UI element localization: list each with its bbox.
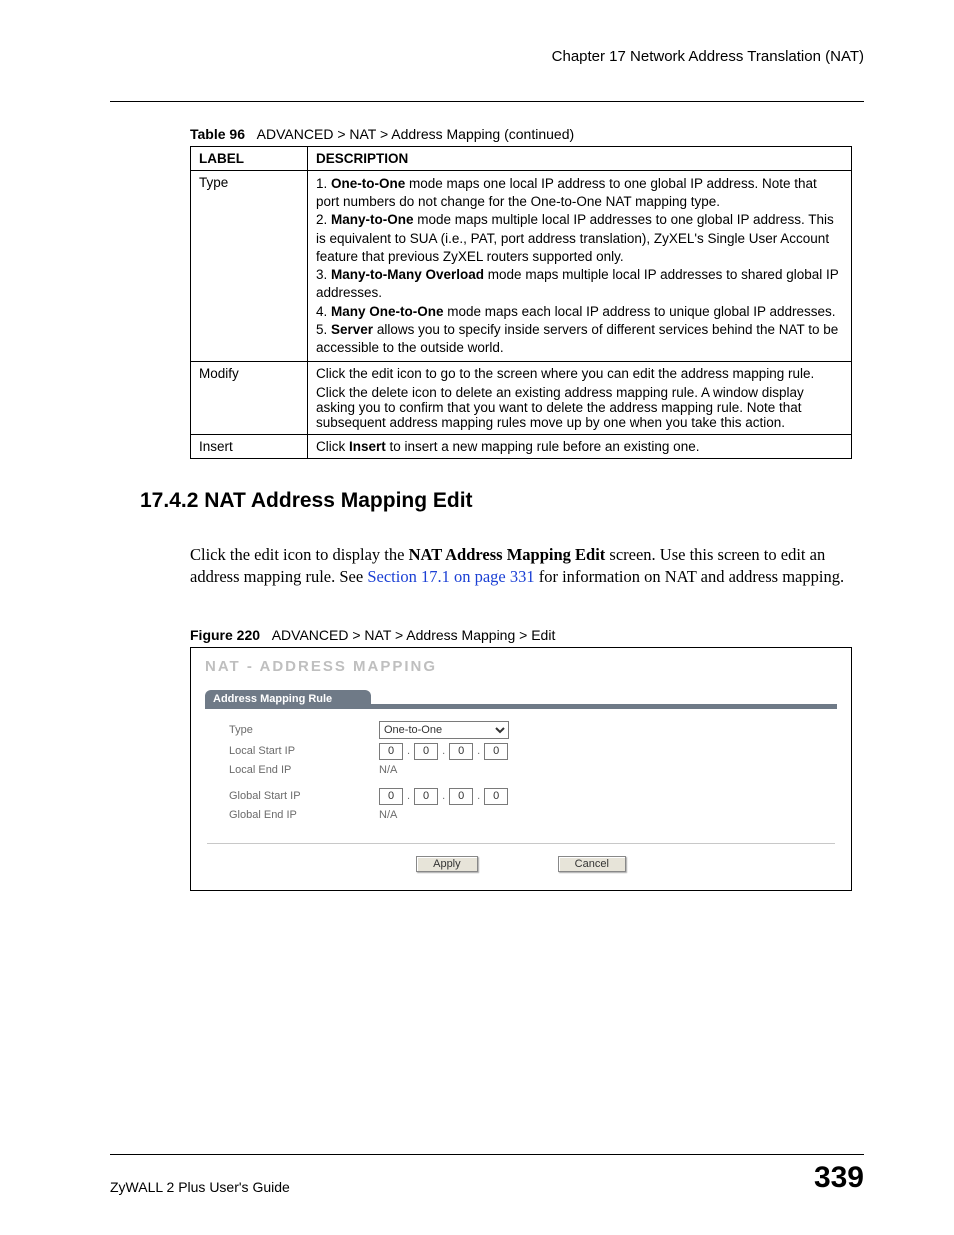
form-row-global-start-ip: Global Start IP . . . — [205, 786, 837, 807]
table-96-col-description: DESCRIPTION — [308, 147, 852, 171]
local-start-ip-octet-2[interactable] — [414, 743, 438, 760]
type-line5-post: allows you to specify inside servers of … — [316, 322, 838, 355]
address-mapping-rule-panel-header: Address Mapping Rule — [205, 690, 371, 708]
table-row-modify-desc: Click the edit icon to go to the screen … — [308, 362, 852, 435]
insert-pre: Click — [316, 439, 349, 454]
label-local-end-ip: Local End IP — [229, 764, 379, 776]
form-row-local-end-ip: Local End IP N/A — [205, 762, 837, 778]
section-body-paragraph: Click the edit icon to display the NAT A… — [190, 544, 854, 589]
body-bold: NAT Address Mapping Edit — [409, 545, 606, 564]
type-line4-bold: Many One-to-One — [331, 304, 444, 319]
form-row-global-end-ip: Global End IP N/A — [205, 807, 837, 823]
label-type: Type — [229, 724, 379, 736]
insert-bold: Insert — [349, 439, 386, 454]
table-row-type-desc: 1. One-to-One mode maps one local IP add… — [308, 171, 852, 362]
local-start-ip-octet-1[interactable] — [379, 743, 403, 760]
label-local-start-ip: Local Start IP — [229, 745, 379, 757]
figure-220-caption-label: Figure 220 — [190, 627, 260, 643]
type-line1-pre: 1. — [316, 176, 331, 191]
table-96-caption-label: Table 96 — [190, 126, 245, 142]
type-line2-pre: 2. — [316, 212, 331, 227]
type-line2-bold: Many-to-One — [331, 212, 414, 227]
cancel-button[interactable]: Cancel — [558, 856, 626, 872]
type-line4-pre: 4. — [316, 304, 331, 319]
global-start-ip-octet-2[interactable] — [414, 788, 438, 805]
type-line3-bold: Many-to-Many Overload — [331, 267, 484, 282]
body-pre: Click the edit icon to display the — [190, 545, 409, 564]
type-select[interactable]: One-to-One — [379, 721, 509, 739]
modify-p1: Click the edit icon to go to the screen … — [316, 366, 843, 381]
type-line3-pre: 3. — [316, 267, 331, 282]
form-row-type: Type One-to-One — [205, 719, 837, 741]
panel-divider — [207, 843, 835, 844]
table-row-insert-label: Insert — [191, 435, 308, 459]
form-row-local-start-ip: Local Start IP . . . — [205, 741, 837, 762]
table-row-insert: Insert Click Insert to insert a new mapp… — [191, 435, 852, 459]
table-96-caption-text: ADVANCED > NAT > Address Mapping (contin… — [257, 126, 574, 142]
modify-p2: Click the delete icon to delete an exist… — [316, 385, 843, 430]
table-row-insert-desc: Click Insert to insert a new mapping rul… — [308, 435, 852, 459]
global-start-ip-octet-1[interactable] — [379, 788, 403, 805]
table-96-caption: Table 96 ADVANCED > NAT > Address Mappin… — [190, 126, 864, 142]
type-line1-bold: One-to-One — [331, 176, 405, 191]
figure-220-screenshot: NAT - ADDRESS MAPPING Address Mapping Ru… — [190, 647, 852, 891]
chapter-header: Chapter 17 Network Address Translation (… — [110, 48, 864, 73]
type-line5-pre: 5. — [316, 322, 331, 337]
section-heading-17-4-2: 17.4.2 NAT Address Mapping Edit — [140, 489, 864, 513]
type-line4-post: mode maps each local IP address to uniqu… — [444, 304, 836, 319]
global-end-ip-value: N/A — [379, 809, 397, 821]
local-start-ip-octet-4[interactable] — [484, 743, 508, 760]
cross-reference-link[interactable]: Section 17.1 on page 331 — [367, 567, 534, 586]
figure-220-caption: Figure 220 ADVANCED > NAT > Address Mapp… — [190, 627, 864, 643]
table-96-col-label: LABEL — [191, 147, 308, 171]
global-start-ip-octet-3[interactable] — [449, 788, 473, 805]
local-start-ip-octet-3[interactable] — [449, 743, 473, 760]
figure-220-caption-text: ADVANCED > NAT > Address Mapping > Edit — [272, 627, 556, 643]
label-global-end-ip: Global End IP — [229, 809, 379, 821]
global-start-ip-octet-4[interactable] — [484, 788, 508, 805]
local-end-ip-value: N/A — [379, 764, 397, 776]
label-global-start-ip: Global Start IP — [229, 790, 379, 802]
table-row-type-label: Type — [191, 171, 308, 362]
table-96: LABEL DESCRIPTION Type 1. One-to-One mod… — [190, 146, 852, 459]
page-footer: ZyWALL 2 Plus User's Guide 339 — [110, 1154, 864, 1195]
header-rule — [110, 101, 864, 102]
address-mapping-rule-panel: Type One-to-One Local Start IP . . . Loc… — [205, 708, 837, 833]
table-row-modify-label: Modify — [191, 362, 308, 435]
footer-guide-name: ZyWALL 2 Plus User's Guide — [110, 1179, 290, 1195]
apply-button[interactable]: Apply — [416, 856, 478, 872]
button-row: Apply Cancel — [205, 856, 837, 872]
body-post: for information on NAT and address mappi… — [535, 567, 844, 586]
type-line5-bold: Server — [331, 322, 373, 337]
footer-page-number: 339 — [814, 1161, 864, 1195]
table-row-type: Type 1. One-to-One mode maps one local I… — [191, 171, 852, 362]
screenshot-title: NAT - ADDRESS MAPPING — [205, 658, 837, 675]
insert-post: to insert a new mapping rule before an e… — [386, 439, 700, 454]
table-row-modify: Modify Click the edit icon to go to the … — [191, 362, 852, 435]
